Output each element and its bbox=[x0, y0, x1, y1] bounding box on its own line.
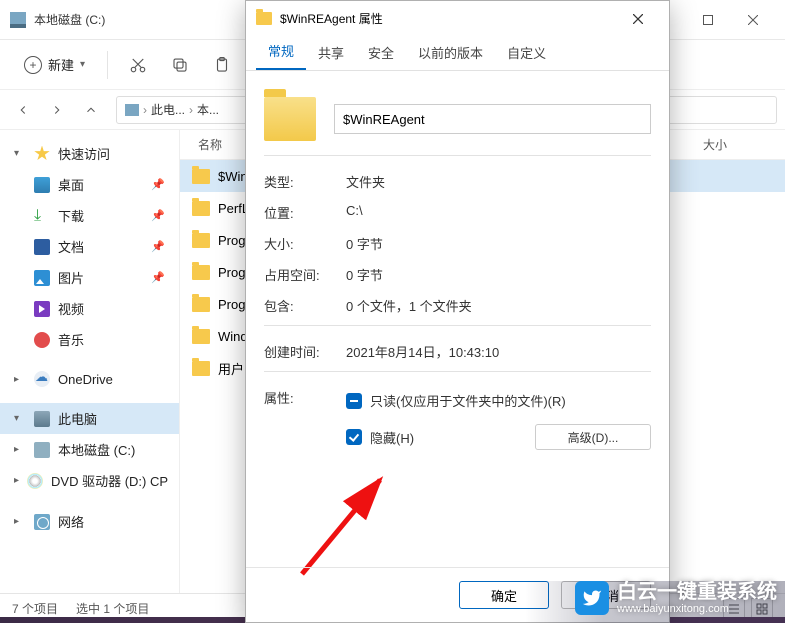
folder-icon bbox=[192, 329, 210, 344]
label-contains: 包含: bbox=[264, 296, 346, 315]
pin-icon: 📌 bbox=[151, 209, 165, 222]
pc-icon bbox=[34, 411, 50, 427]
value-contains: 0 个文件，1 个文件夹 bbox=[346, 296, 472, 315]
sidebar: ▾快速访问 桌面📌 下载📌 文档📌 图片📌 视频 音乐 ▸OneDrive ▾此… bbox=[0, 130, 180, 593]
music-icon bbox=[34, 332, 50, 348]
value-type: 文件夹 bbox=[346, 172, 385, 191]
cut-button[interactable] bbox=[120, 49, 156, 81]
sidebar-drive-c[interactable]: ▸本地磁盘 (C:) bbox=[0, 434, 179, 465]
tab-bar: 常规 共享 安全 以前的版本 自定义 bbox=[246, 36, 669, 70]
breadcrumb-seg[interactable]: 本... bbox=[197, 101, 219, 118]
video-icon bbox=[34, 301, 50, 317]
pin-icon: 📌 bbox=[151, 240, 165, 253]
checkbox-readonly[interactable] bbox=[346, 393, 362, 409]
pin-icon: 📌 bbox=[151, 178, 165, 191]
col-size[interactable]: 大小 bbox=[697, 136, 767, 153]
pictures-icon bbox=[34, 270, 50, 286]
properties-dialog: $WinREAgent 属性 常规 共享 安全 以前的版本 自定义 类型:文件夹… bbox=[245, 0, 670, 623]
sidebar-downloads[interactable]: 下载📌 bbox=[0, 200, 179, 231]
desktop-icon bbox=[34, 177, 50, 193]
label-location: 位置: bbox=[264, 203, 346, 222]
label-hidden: 隐藏(H) bbox=[370, 428, 414, 447]
label-disk: 占用空间: bbox=[264, 265, 346, 284]
chevron-down-icon: ▾ bbox=[80, 59, 85, 70]
drive-icon bbox=[10, 12, 26, 28]
label-type: 类型: bbox=[264, 172, 346, 191]
network-icon bbox=[34, 514, 50, 530]
label-size: 大小: bbox=[264, 234, 346, 253]
dvd-icon bbox=[27, 473, 43, 489]
folder-icon bbox=[192, 201, 210, 216]
tab-general[interactable]: 常规 bbox=[256, 33, 306, 70]
star-icon bbox=[34, 146, 50, 162]
sidebar-thispc[interactable]: ▾此电脑 bbox=[0, 403, 179, 434]
advanced-button[interactable]: 高级(D)... bbox=[535, 424, 651, 450]
folder-icon bbox=[192, 361, 210, 376]
sidebar-documents[interactable]: 文档📌 bbox=[0, 231, 179, 262]
plus-icon: + bbox=[24, 56, 42, 74]
dialog-close-button[interactable] bbox=[617, 4, 659, 34]
maximize-button[interactable] bbox=[685, 2, 730, 38]
folder-icon bbox=[192, 233, 210, 248]
tab-security[interactable]: 安全 bbox=[356, 35, 406, 70]
forward-button[interactable] bbox=[42, 96, 72, 124]
sidebar-videos[interactable]: 视频 bbox=[0, 293, 179, 324]
sidebar-quick-access[interactable]: ▾快速访问 bbox=[0, 138, 179, 169]
paste-button[interactable] bbox=[204, 49, 240, 81]
drive-icon bbox=[125, 104, 139, 116]
value-disk: 0 字节 bbox=[346, 265, 383, 284]
watermark: 白云一键重装系统 www.baiyunxitong.com bbox=[575, 581, 777, 615]
document-icon bbox=[34, 239, 50, 255]
pin-icon: 📌 bbox=[151, 271, 165, 284]
sidebar-onedrive[interactable]: ▸OneDrive bbox=[0, 365, 179, 393]
name-input[interactable] bbox=[334, 104, 651, 134]
sidebar-music[interactable]: 音乐 bbox=[0, 324, 179, 355]
breadcrumb-seg[interactable]: 此电... bbox=[151, 101, 185, 118]
watermark-url: www.baiyunxitong.com bbox=[617, 603, 777, 615]
folder-icon bbox=[192, 297, 210, 312]
drive-icon bbox=[34, 442, 50, 458]
status-selected: 选中 1 个项目 bbox=[76, 600, 149, 617]
new-button[interactable]: + 新建 ▾ bbox=[14, 49, 95, 80]
dialog-titlebar: $WinREAgent 属性 bbox=[246, 1, 669, 36]
sidebar-network[interactable]: ▸网络 bbox=[0, 506, 179, 537]
watermark-brand: 白云一键重装系统 bbox=[617, 581, 777, 603]
tab-custom[interactable]: 自定义 bbox=[495, 35, 558, 70]
status-items: 7 个项目 bbox=[12, 600, 58, 617]
dialog-title: $WinREAgent 属性 bbox=[280, 10, 617, 27]
annotation-arrow-icon bbox=[294, 472, 434, 582]
checkbox-hidden[interactable] bbox=[346, 429, 362, 445]
value-location: C:\ bbox=[346, 203, 363, 222]
up-button[interactable] bbox=[76, 96, 106, 124]
download-icon bbox=[34, 208, 50, 224]
label-created: 创建时间: bbox=[264, 342, 346, 361]
tab-sharing[interactable]: 共享 bbox=[306, 35, 356, 70]
value-created: 2021年8月14日，10:43:10 bbox=[346, 342, 499, 361]
sidebar-dvd[interactable]: ▸DVD 驱动器 (D:) CP bbox=[0, 465, 179, 496]
cloud-icon bbox=[34, 371, 50, 387]
close-button[interactable] bbox=[730, 2, 775, 38]
new-label: 新建 bbox=[48, 55, 74, 74]
folder-icon bbox=[192, 265, 210, 280]
folder-icon bbox=[256, 12, 272, 25]
watermark-logo-icon bbox=[575, 581, 609, 615]
folder-icon bbox=[264, 97, 316, 141]
folder-icon bbox=[192, 169, 210, 184]
back-button[interactable] bbox=[8, 96, 38, 124]
copy-button[interactable] bbox=[162, 49, 198, 81]
sidebar-desktop[interactable]: 桌面📌 bbox=[0, 169, 179, 200]
sidebar-pictures[interactable]: 图片📌 bbox=[0, 262, 179, 293]
value-size: 0 字节 bbox=[346, 234, 383, 253]
label-attributes: 属性: bbox=[264, 388, 346, 407]
tab-previous[interactable]: 以前的版本 bbox=[406, 35, 495, 70]
label-readonly: 只读(仅应用于文件夹中的文件)(R) bbox=[370, 391, 566, 410]
